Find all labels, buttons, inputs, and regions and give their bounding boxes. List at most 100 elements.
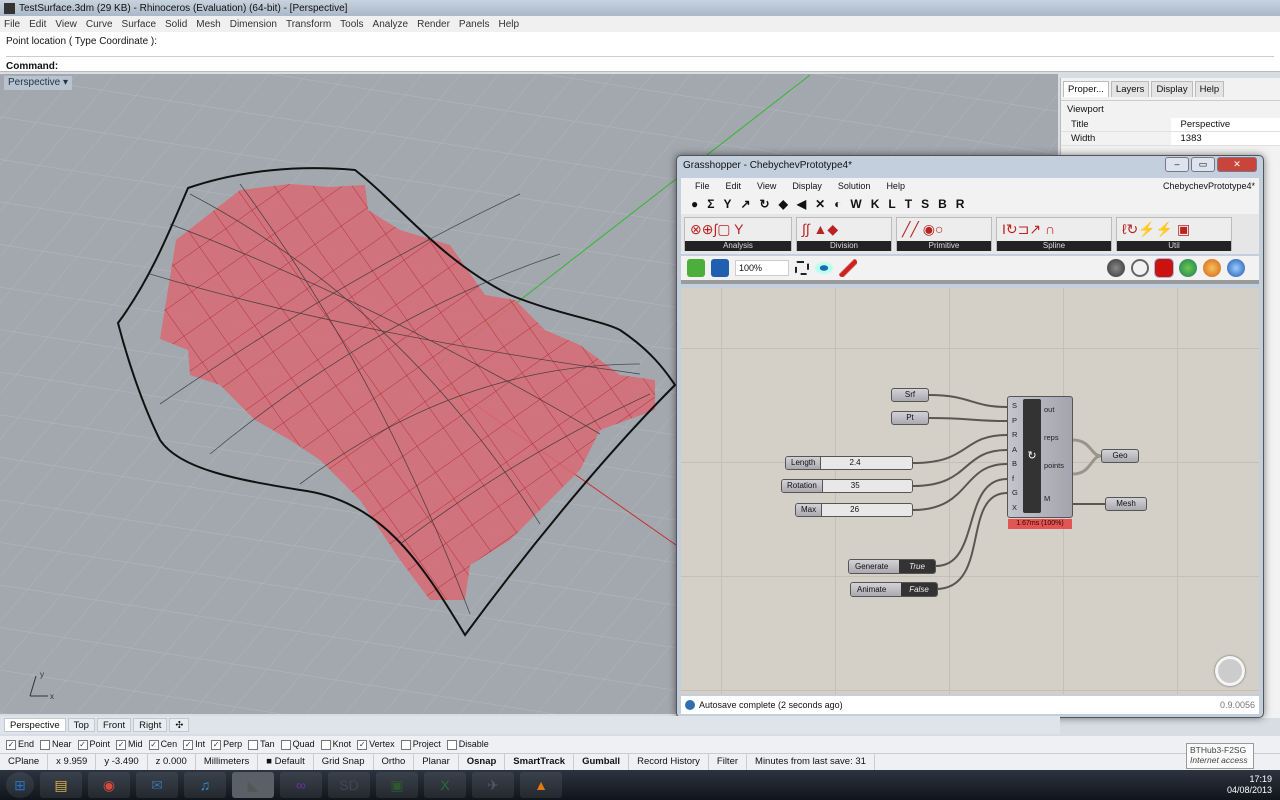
max-slider[interactable]: Max 26 [795,503,913,517]
checkbox[interactable] [280,739,291,750]
ribbon-component-icons[interactable]: ⊗⊕∫▢ Y [685,218,791,241]
clock-date[interactable]: 04/08/2013 [1227,785,1272,796]
osnap-disable[interactable]: Disable [446,739,489,750]
component-tab[interactable]: L [888,197,895,211]
ribbon-group-label[interactable]: Analysis [685,241,791,251]
status--default[interactable]: ■ Default [258,754,314,770]
menu-item-panels[interactable]: Panels [459,19,490,30]
menu-item-help[interactable]: Help [499,19,520,30]
slider-value[interactable]: 2.4 [821,457,912,469]
status-ortho[interactable]: Ortho [374,754,415,770]
taskbar-start-icon[interactable]: ⊞ [6,772,34,798]
osnap-project[interactable]: Project [400,739,441,750]
close-button[interactable]: ✕ [1217,157,1257,172]
component-tab[interactable]: R [956,197,965,211]
component-tab[interactable]: T [905,197,912,211]
toggle-value[interactable]: True [899,560,935,573]
checkbox[interactable] [248,739,259,750]
viewport-tab-right[interactable]: Right [133,718,168,732]
menu-item-file[interactable]: File [4,19,20,30]
taskbar-thunderbird-icon[interactable]: ✉ [136,772,178,798]
toggle-value[interactable]: False [901,583,937,596]
menu-item-transform[interactable]: Transform [286,19,331,30]
gh-menu-file[interactable]: File [695,181,710,191]
add-viewport-tab-icon[interactable]: ✣ [169,718,190,732]
surface-param[interactable]: Srf [891,388,929,402]
panel-tab-3[interactable]: Help [1194,81,1225,97]
status-millimeters[interactable]: Millimeters [196,754,259,770]
menu-item-solid[interactable]: Solid [165,19,187,30]
checkbox[interactable]: ✓ [183,739,194,750]
status-smarttrack[interactable]: SmartTrack [505,754,575,770]
property-value[interactable]: Perspective [1170,118,1280,131]
checkbox[interactable]: ✓ [211,739,222,750]
chebyshev-script-component[interactable]: ↻ S P R A Bf G Xout reps points M 1.67ms (100%) [1007,396,1073,529]
component-tab[interactable]: ◆ [779,197,788,211]
viewport-title[interactable]: Perspective ▾ [4,76,73,90]
osnap-vertex[interactable]: ✓ Vertex [357,739,395,750]
slider-value[interactable]: 26 [822,504,912,516]
status-filter[interactable]: Filter [709,754,748,770]
input-B[interactable]: B [1012,459,1017,468]
taskbar-vlc-icon[interactable]: ▲ [520,772,562,798]
material-icon[interactable] [1203,259,1221,277]
osnap-int[interactable]: ✓ Int [183,739,205,750]
ribbon-group-label[interactable]: Spline [997,241,1111,251]
input-G[interactable]: G [1012,488,1018,497]
menu-item-edit[interactable]: Edit [29,19,46,30]
checkbox[interactable] [400,739,411,750]
osnap-tan[interactable]: Tan [248,739,275,750]
component-tab[interactable]: ◐ [834,197,841,211]
output-reps[interactable]: reps [1044,433,1059,442]
component-tab[interactable]: Y [723,197,731,211]
viewport-tab-perspective[interactable]: Perspective [4,718,66,732]
taskbar-rhino-icon[interactable]: ◣ [232,772,274,798]
input-X[interactable]: X [1012,503,1017,512]
component-tab[interactable]: Σ [707,197,714,211]
gh-menu-solution[interactable]: Solution [838,181,871,191]
panel-tab-0[interactable]: Proper... [1063,81,1109,97]
component-tab[interactable]: ◀ [797,197,806,211]
status-minutes-from-last-save-31[interactable]: Minutes from last save: 31 [747,754,875,770]
status-cplane[interactable]: CPlane [0,754,49,770]
panel-tab-1[interactable]: Layers [1110,81,1150,97]
viewport-tab-top[interactable]: Top [67,718,95,732]
status-x-9-959[interactable]: x 9.959 [48,754,97,770]
menu-item-tools[interactable]: Tools [340,19,363,30]
osnap-end[interactable]: ✓ End [6,739,34,750]
point-param[interactable]: Pt [891,411,929,425]
output-points[interactable]: points [1044,461,1064,470]
taskbar-visual-studio-icon[interactable]: ∞ [280,772,322,798]
gh-menu-display[interactable]: Display [792,181,822,191]
osnap-mid[interactable]: ✓ Mid [116,739,143,750]
component-tab[interactable]: K [871,197,880,211]
panel-tab-2[interactable]: Display [1151,81,1193,97]
checkbox[interactable]: ✓ [77,739,88,750]
bake-icon[interactable] [1179,259,1197,277]
osnap-knot[interactable]: Knot [320,739,351,750]
status-record-history[interactable]: Record History [629,754,709,770]
component-tab[interactable]: B [938,197,947,211]
minimize-button[interactable]: – [1165,157,1189,172]
taskbar-excel-icon[interactable]: X [424,772,466,798]
open-file-icon[interactable] [687,259,705,277]
viewport-menu-dropdown-icon[interactable]: ▾ [63,77,68,88]
output-M[interactable]: M [1044,494,1050,503]
checkbox[interactable]: ✓ [116,739,127,750]
menu-item-analyze[interactable]: Analyze [373,19,409,30]
zoom-extents-icon[interactable] [795,261,809,275]
menu-item-mesh[interactable]: Mesh [196,19,220,30]
osnap-cen[interactable]: ✓ Cen [148,739,177,750]
osnap-point[interactable]: ✓ Point [77,739,110,750]
mesh-param[interactable]: Mesh [1105,497,1147,511]
preview-wire-icon[interactable] [1107,259,1125,277]
checkbox[interactable] [40,739,51,750]
slider-value[interactable]: 35 [822,480,912,492]
viewport-tab-front[interactable]: Front [96,718,132,732]
preview-selected-icon[interactable] [1154,258,1174,278]
sketch-icon[interactable] [839,259,857,277]
status-gumball[interactable]: Gumball [574,754,630,770]
ribbon-group-label[interactable]: Util [1117,241,1231,251]
geo-param[interactable]: Geo [1101,449,1139,463]
taskbar-itunes-icon[interactable]: ♫ [184,772,226,798]
